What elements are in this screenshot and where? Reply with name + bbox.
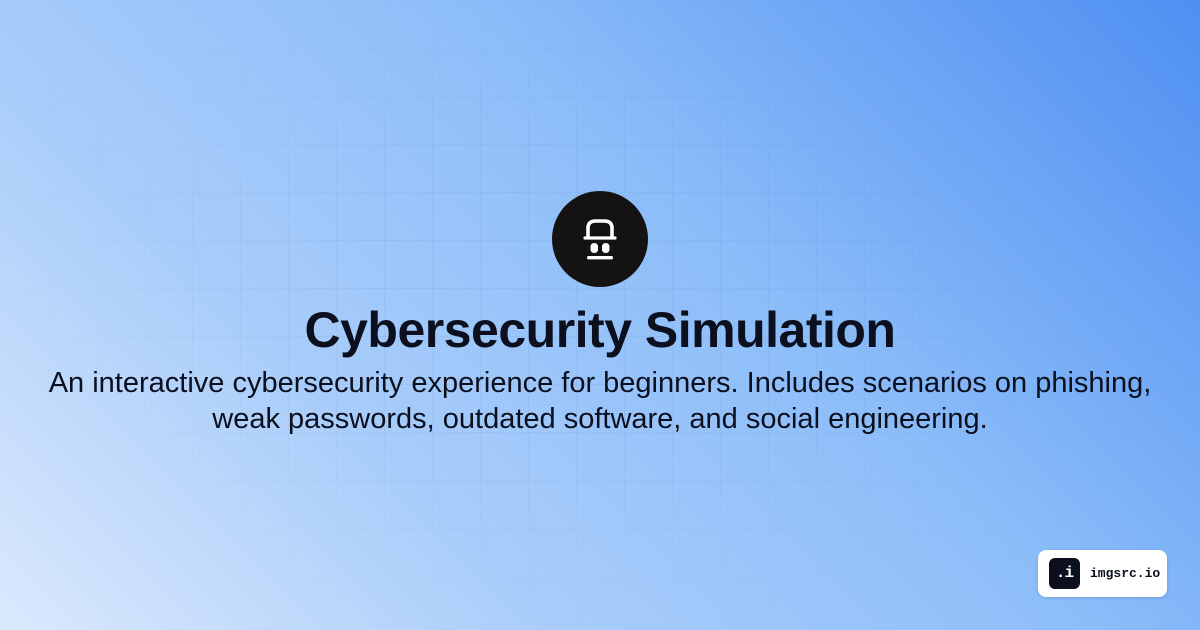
imgsrc-logo-icon: .i — [1049, 558, 1080, 589]
page-title: Cybersecurity Simulation — [304, 302, 896, 358]
og-image-canvas: Cybersecurity Simulation An interactive … — [0, 0, 1200, 630]
lock-robot-icon — [583, 219, 617, 260]
imgsrc-badge[interactable]: .i imgsrc.io — [1038, 550, 1167, 597]
imgsrc-badge-label: imgsrc.io — [1090, 566, 1161, 581]
page-description: An interactive cybersecurity experience … — [48, 367, 1152, 435]
hero: Cybersecurity Simulation An interactive … — [0, 191, 1200, 437]
app-logo — [552, 191, 648, 287]
